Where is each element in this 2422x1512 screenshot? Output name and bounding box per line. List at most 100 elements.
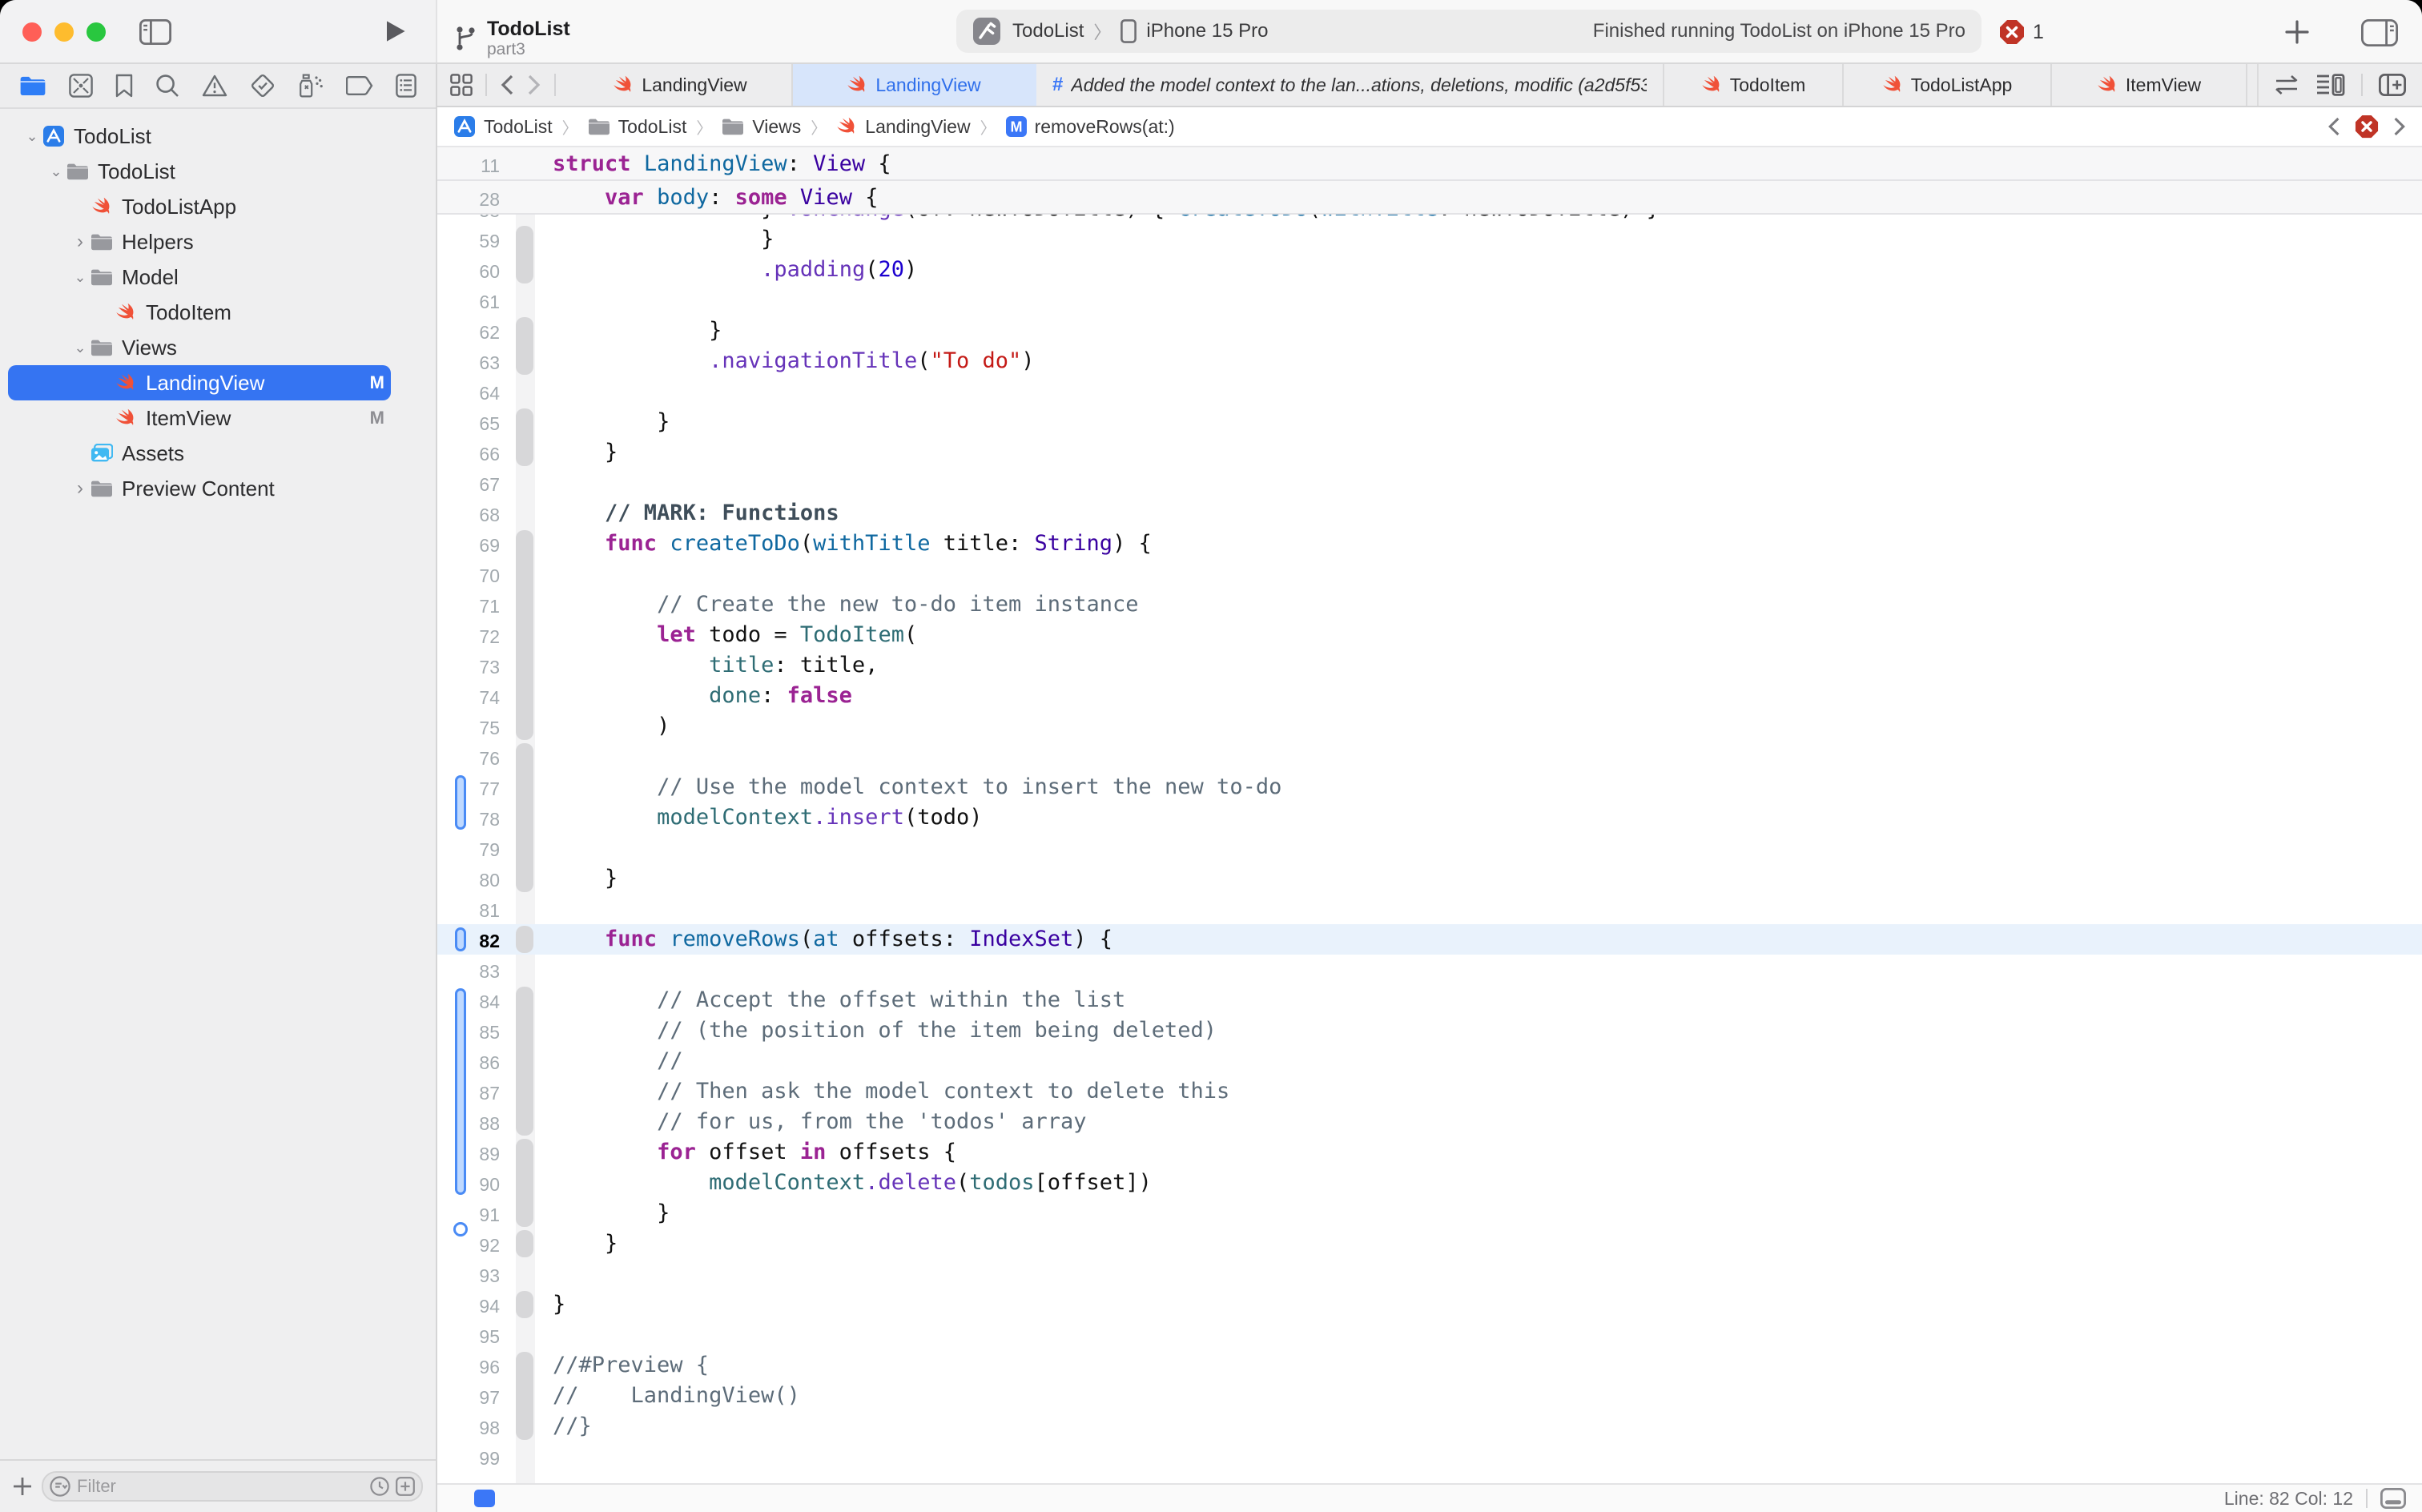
nav-breakpoints-icon[interactable] <box>346 76 373 95</box>
code-line-98[interactable]: 98//} <box>437 1411 2422 1442</box>
code-text[interactable]: // MARK: Functions <box>535 498 839 529</box>
code-text[interactable]: // <box>535 1046 683 1076</box>
fold-ribbon-cell[interactable] <box>500 772 535 802</box>
sidebar-item-todolistapp[interactable]: TodoListApp <box>0 189 436 224</box>
editor-tab-landingview[interactable]: LandingView <box>569 64 793 106</box>
code-line-65[interactable]: 65} <box>437 407 2422 437</box>
fold-segment[interactable] <box>516 863 533 892</box>
line-number[interactable]: 96 <box>460 1350 500 1381</box>
sidebar-item-itemview[interactable]: ItemViewM <box>0 400 436 436</box>
code-text[interactable] <box>535 376 553 407</box>
issue-count[interactable]: 1 <box>1999 0 2044 64</box>
code-line-99[interactable]: 99 <box>437 1442 2422 1472</box>
breadcrumb-item[interactable]: TodoList <box>453 115 553 138</box>
code-text[interactable]: } <box>535 1198 670 1228</box>
code-line-71[interactable]: 71// Create the new to-do item instance <box>437 589 2422 620</box>
source-change-bar[interactable] <box>455 1046 466 1076</box>
sidebar-item-todolist[interactable]: ⌄TodoList <box>0 119 436 154</box>
fold-segment[interactable] <box>516 1168 533 1198</box>
fold-ribbon-cell[interactable] <box>500 529 535 559</box>
code-text[interactable] <box>535 285 553 316</box>
code-line-75[interactable]: 75) <box>437 711 2422 742</box>
code-text[interactable]: } <box>535 316 722 346</box>
minimize-window-button[interactable] <box>54 22 74 42</box>
editor-tab-todolistapp[interactable]: TodoListApp <box>1844 64 2052 106</box>
code-line-82[interactable]: 82func removeRows(at offsets: IndexSet) … <box>437 924 2422 955</box>
line-number[interactable]: 99 <box>460 1442 500 1472</box>
zoom-window-button[interactable] <box>86 22 106 42</box>
code-text[interactable] <box>535 468 553 498</box>
code-line-92[interactable]: 92} <box>437 1228 2422 1259</box>
fold-ribbon-cell[interactable] <box>500 1289 535 1320</box>
code-text[interactable] <box>535 1442 553 1472</box>
related-items-grid-icon[interactable] <box>450 74 473 96</box>
code-line-60[interactable]: 60.padding(20) <box>437 255 2422 285</box>
code-text[interactable]: for offset in offsets { <box>535 1137 956 1168</box>
code-line-66[interactable]: 66} <box>437 437 2422 468</box>
line-number[interactable]: 74 <box>460 681 500 711</box>
fold-ribbon-cell[interactable] <box>500 955 535 985</box>
fold-ribbon-cell[interactable] <box>500 1259 535 1289</box>
fold-ribbon-cell[interactable] <box>500 1228 535 1259</box>
fold-segment[interactable] <box>516 802 533 833</box>
code-line-88[interactable]: 88// for us, from the 'todos' array <box>437 1107 2422 1137</box>
add-editor-icon[interactable] <box>2379 74 2406 96</box>
nav-tests-icon[interactable] <box>250 73 276 99</box>
code-text[interactable] <box>535 559 553 589</box>
code-line-97[interactable]: 97// LandingView() <box>437 1381 2422 1411</box>
line-number[interactable]: 73 <box>460 650 500 681</box>
fold-segment[interactable] <box>516 226 533 255</box>
fold-ribbon-cell[interactable] <box>500 437 535 468</box>
fold-segment[interactable] <box>516 620 533 650</box>
nav-bookmarks-icon[interactable] <box>115 74 133 98</box>
code-text[interactable]: } <box>535 1289 565 1320</box>
disclosure-open-icon[interactable]: ⌄ <box>22 128 42 145</box>
code-text[interactable]: title: title, <box>535 650 878 681</box>
code-line-59[interactable]: 59} <box>437 224 2422 255</box>
fold-ribbon-cell[interactable] <box>500 1411 535 1442</box>
fold-ribbon-cell[interactable] <box>500 1015 535 1046</box>
code-line-87[interactable]: 87// Then ask the model context to delet… <box>437 1076 2422 1107</box>
fold-ribbon-cell[interactable] <box>500 802 535 833</box>
sidebar-item-helpers[interactable]: ›Helpers <box>0 224 436 259</box>
fold-ribbon-cell[interactable] <box>500 224 535 255</box>
line-number[interactable]: 71 <box>460 589 500 620</box>
line-number[interactable]: 67 <box>460 468 500 498</box>
line-number[interactable]: 59 <box>460 224 500 255</box>
line-number[interactable]: 62 <box>460 316 500 346</box>
nav-reports-icon[interactable] <box>396 74 416 98</box>
code-text[interactable]: // Use the model context to insert the n… <box>535 772 1281 802</box>
line-number[interactable]: 83 <box>460 955 500 985</box>
fold-ribbon-cell[interactable] <box>500 1107 535 1137</box>
line-number[interactable]: 93 <box>460 1259 500 1289</box>
breadcrumb-item[interactable]: TodoList <box>588 116 687 138</box>
line-number[interactable]: 76 <box>460 742 500 772</box>
code-line-86[interactable]: 86// <box>437 1046 2422 1076</box>
next-issue-icon[interactable] <box>2393 117 2406 136</box>
fold-ribbon-cell[interactable] <box>500 376 535 407</box>
code-text[interactable] <box>535 833 553 863</box>
fold-segment[interactable] <box>516 1291 533 1318</box>
fold-segment[interactable] <box>516 650 533 681</box>
code-text[interactable]: var body: some View { <box>535 181 878 213</box>
go-forward-icon[interactable] <box>527 74 541 96</box>
fold-segment[interactable] <box>516 1139 533 1168</box>
sidebar-item-preview-content[interactable]: ›Preview Content <box>0 471 436 506</box>
code-text[interactable] <box>535 955 553 985</box>
fold-ribbon-cell[interactable] <box>500 1350 535 1381</box>
line-number[interactable]: 64 <box>460 376 500 407</box>
fold-ribbon-cell[interactable] <box>500 1442 535 1472</box>
line-number[interactable]: 72 <box>460 620 500 650</box>
code-line-28[interactable]: 28var body: some View { <box>437 181 2422 215</box>
sidebar-item-landingview[interactable]: LandingViewM <box>0 365 436 400</box>
fold-ribbon-cell[interactable] <box>500 1381 535 1411</box>
fold-segment[interactable] <box>516 926 533 953</box>
code-line-94[interactable]: 94} <box>437 1289 2422 1320</box>
disclosure-open-icon[interactable]: ⌄ <box>70 340 90 356</box>
fold-ribbon-cell[interactable] <box>500 863 535 894</box>
fold-ribbon-cell[interactable] <box>500 1198 535 1228</box>
code-text[interactable]: } <box>535 407 670 437</box>
fold-ribbon-cell[interactable] <box>500 1168 535 1198</box>
code-line-83[interactable]: 83 <box>437 955 2422 985</box>
fold-segment[interactable] <box>516 437 533 466</box>
